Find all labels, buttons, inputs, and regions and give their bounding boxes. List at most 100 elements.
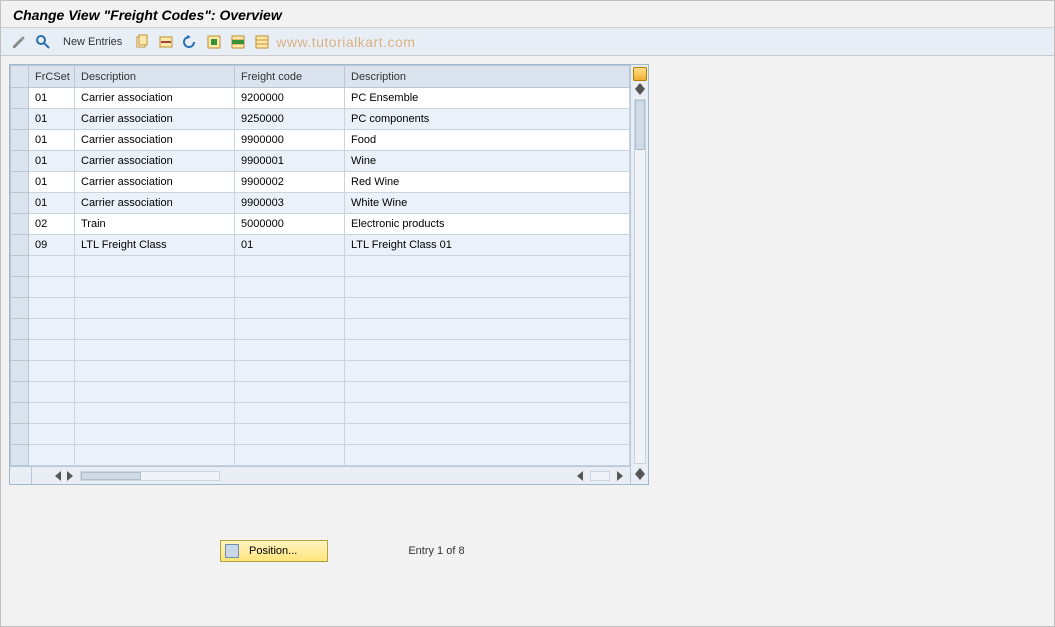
row-selector[interactable]: [11, 214, 29, 235]
cell-fcode[interactable]: [235, 319, 345, 340]
cell-desc1[interactable]: [75, 424, 235, 445]
cell-desc1[interactable]: [75, 298, 235, 319]
table-settings-icon[interactable]: [633, 67, 647, 81]
cell-desc2[interactable]: [345, 340, 630, 361]
cell-frcset[interactable]: 02: [29, 214, 75, 235]
cell-frcset[interactable]: [29, 361, 75, 382]
cell-desc1[interactable]: Carrier association: [75, 172, 235, 193]
cell-fcode[interactable]: 9200000: [235, 88, 345, 109]
row-selector[interactable]: [11, 298, 29, 319]
hscroll-track-right[interactable]: [590, 471, 610, 481]
row-selector[interactable]: [11, 319, 29, 340]
cell-fcode[interactable]: [235, 382, 345, 403]
cell-desc2[interactable]: Wine: [345, 151, 630, 172]
cell-frcset[interactable]: [29, 298, 75, 319]
cell-fcode[interactable]: [235, 445, 345, 466]
cell-fcode[interactable]: 01: [235, 235, 345, 256]
cell-frcset[interactable]: 01: [29, 193, 75, 214]
cell-frcset[interactable]: [29, 382, 75, 403]
cell-desc1[interactable]: Carrier association: [75, 130, 235, 151]
cell-frcset[interactable]: 01: [29, 151, 75, 172]
cell-fcode[interactable]: [235, 361, 345, 382]
cell-desc2[interactable]: [345, 298, 630, 319]
row-selector[interactable]: [11, 172, 29, 193]
cell-desc1[interactable]: Carrier association: [75, 88, 235, 109]
row-selector[interactable]: [11, 130, 29, 151]
cell-desc1[interactable]: [75, 277, 235, 298]
cell-fcode[interactable]: 9900001: [235, 151, 345, 172]
cell-desc1[interactable]: LTL Freight Class: [75, 235, 235, 256]
cell-frcset[interactable]: 01: [29, 172, 75, 193]
cell-fcode[interactable]: [235, 340, 345, 361]
col-header-desc2[interactable]: Description: [345, 66, 630, 88]
scroll-left-icon[interactable]: [55, 471, 61, 481]
row-selector[interactable]: [11, 361, 29, 382]
col-header-frcset[interactable]: FrCSet: [29, 66, 75, 88]
toggle-change-icon[interactable]: [11, 33, 27, 51]
cell-fcode[interactable]: [235, 298, 345, 319]
select-block-icon[interactable]: [230, 33, 246, 51]
cell-desc2[interactable]: [345, 424, 630, 445]
delete-icon[interactable]: [158, 33, 174, 51]
row-selector[interactable]: [11, 109, 29, 130]
cell-desc1[interactable]: [75, 382, 235, 403]
cell-fcode[interactable]: [235, 256, 345, 277]
cell-desc2[interactable]: [345, 445, 630, 466]
cell-frcset[interactable]: 01: [29, 88, 75, 109]
row-selector[interactable]: [11, 277, 29, 298]
deselect-all-icon[interactable]: [254, 33, 270, 51]
row-selector[interactable]: [11, 193, 29, 214]
cell-desc1[interactable]: Carrier association: [75, 151, 235, 172]
cell-desc2[interactable]: [345, 277, 630, 298]
row-selector[interactable]: [11, 424, 29, 445]
copy-as-icon[interactable]: [134, 33, 150, 51]
cell-fcode[interactable]: [235, 424, 345, 445]
cell-desc1[interactable]: [75, 319, 235, 340]
position-button[interactable]: Position...: [220, 540, 328, 562]
undo-icon[interactable]: [182, 33, 198, 51]
cell-desc2[interactable]: White Wine: [345, 193, 630, 214]
cell-desc2[interactable]: Food: [345, 130, 630, 151]
cell-desc2[interactable]: [345, 256, 630, 277]
cell-desc1[interactable]: [75, 361, 235, 382]
cell-fcode[interactable]: [235, 277, 345, 298]
cell-desc2[interactable]: Electronic products: [345, 214, 630, 235]
cell-desc2[interactable]: [345, 403, 630, 424]
cell-frcset[interactable]: [29, 424, 75, 445]
row-selector[interactable]: [11, 445, 29, 466]
cell-fcode[interactable]: 9250000: [235, 109, 345, 130]
col-header-desc1[interactable]: Description: [75, 66, 235, 88]
col-header-fcode[interactable]: Freight code: [235, 66, 345, 88]
cell-frcset[interactable]: [29, 277, 75, 298]
cell-frcset[interactable]: [29, 256, 75, 277]
cell-fcode[interactable]: [235, 403, 345, 424]
row-selector[interactable]: [11, 382, 29, 403]
scroll-down-icon[interactable]: [635, 474, 645, 480]
cell-fcode[interactable]: 5000000: [235, 214, 345, 235]
cell-desc1[interactable]: [75, 256, 235, 277]
row-selector[interactable]: [11, 88, 29, 109]
cell-desc1[interactable]: Carrier association: [75, 193, 235, 214]
hscroll-track-left[interactable]: [80, 471, 220, 481]
row-selector[interactable]: [11, 403, 29, 424]
cell-desc1[interactable]: Train: [75, 214, 235, 235]
cell-frcset[interactable]: 01: [29, 130, 75, 151]
cell-desc1[interactable]: Carrier association: [75, 109, 235, 130]
cell-desc2[interactable]: LTL Freight Class 01: [345, 235, 630, 256]
cell-desc2[interactable]: Red Wine: [345, 172, 630, 193]
row-selector-header[interactable]: [11, 66, 29, 88]
select-all-icon[interactable]: [206, 33, 222, 51]
row-selector[interactable]: [11, 340, 29, 361]
cell-frcset[interactable]: [29, 445, 75, 466]
cell-desc2[interactable]: [345, 382, 630, 403]
scroll-page-up-icon[interactable]: [635, 89, 645, 95]
cell-fcode[interactable]: 9900003: [235, 193, 345, 214]
row-selector[interactable]: [11, 256, 29, 277]
cell-desc1[interactable]: [75, 340, 235, 361]
cell-frcset[interactable]: [29, 340, 75, 361]
cell-desc1[interactable]: [75, 403, 235, 424]
cell-fcode[interactable]: 9900000: [235, 130, 345, 151]
cell-frcset[interactable]: 01: [29, 109, 75, 130]
row-selector[interactable]: [11, 235, 29, 256]
cell-frcset[interactable]: 09: [29, 235, 75, 256]
